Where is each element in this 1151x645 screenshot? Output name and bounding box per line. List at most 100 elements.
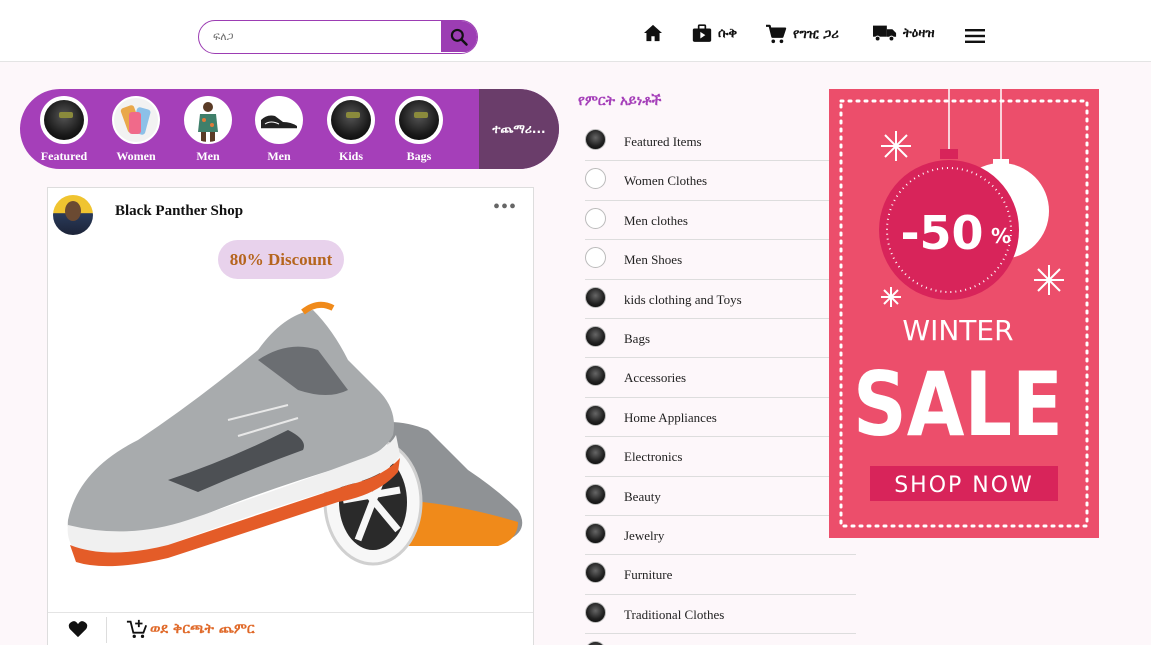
nav-cart[interactable]: የግዢ ጋሪ <box>765 24 839 44</box>
category-icon <box>585 207 606 229</box>
category-icon <box>585 562 606 584</box>
category-icon <box>585 247 606 269</box>
top-header: ሱቅ የግዢ ጋሪ ትዕዛዝ <box>0 0 1151 62</box>
shop-icon <box>692 24 712 42</box>
story-label: Bags <box>406 149 432 163</box>
category-item[interactable]: Traditional Clothes <box>585 595 856 635</box>
category-icon <box>585 601 606 623</box>
category-item[interactable]: Home Appliances <box>585 398 856 438</box>
category-icon <box>585 129 606 150</box>
winter-sale-ad[interactable]: -50 % WINTER SALE SHOP NOW <box>829 89 1099 538</box>
story-label: Women <box>116 149 156 163</box>
story-label: Men <box>196 149 220 163</box>
category-icon <box>585 522 606 544</box>
shop-name[interactable]: Black Panther Shop <box>115 203 243 220</box>
ad-line-sale: SALE <box>853 353 1063 456</box>
story-label: Men <box>267 149 291 163</box>
nav-shop-label: ሱቅ <box>718 26 738 41</box>
category-icon <box>585 365 606 387</box>
truck-icon <box>873 25 897 42</box>
menu-icon <box>965 29 985 43</box>
story-thumbnail <box>255 96 303 144</box>
category-icon <box>585 404 606 426</box>
category-label: Home Appliances <box>624 409 717 425</box>
story-label: Featured <box>40 149 88 163</box>
category-story-strip: Featured Women Men Men Kids Bags ተጨማሪ... <box>20 89 559 169</box>
category-item[interactable]: Men clothes <box>585 201 856 241</box>
category-item[interactable]: kids clothing and Toys <box>585 280 856 319</box>
category-label: Beauty <box>624 488 661 504</box>
category-label: Featured Items <box>624 134 702 149</box>
story-women[interactable]: Women <box>106 96 166 164</box>
story-men[interactable]: Men <box>178 96 238 164</box>
category-label: Furniture <box>624 567 673 583</box>
cart-icon <box>766 24 787 44</box>
category-item[interactable]: Beauty <box>585 477 856 516</box>
category-item[interactable]: Men Shoes <box>585 240 856 280</box>
category-label: Men clothes <box>624 212 688 228</box>
ad-percent: % <box>991 224 1011 248</box>
divider <box>106 617 107 643</box>
category-item[interactable] <box>585 634 856 645</box>
category-item[interactable]: Electronics <box>585 437 856 477</box>
category-item[interactable]: Furniture <box>585 555 856 595</box>
product-image[interactable] <box>48 240 533 612</box>
category-label: kids clothing and Toys <box>624 291 742 307</box>
category-icon <box>585 168 606 190</box>
category-label: Women Clothes <box>624 173 708 189</box>
ad-shop-now[interactable]: SHOP NOW <box>894 473 1034 498</box>
category-label: Bags <box>624 330 650 346</box>
nav-menu[interactable] <box>965 29 985 43</box>
category-label: Traditional Clothes <box>624 606 725 622</box>
category-icon <box>585 325 606 347</box>
story-label: Kids <box>338 149 363 163</box>
search-button[interactable] <box>441 21 477 52</box>
category-item[interactable]: Bags <box>585 319 856 359</box>
add-to-cart-label: ወደ ቅርጫት ጨምር <box>150 621 255 637</box>
heart-icon <box>68 621 88 638</box>
ad-discount: -50 <box>900 206 983 260</box>
category-label: Electronics <box>624 449 683 465</box>
category-icon <box>585 483 606 505</box>
nav-shop[interactable]: ሱቅ <box>692 24 737 43</box>
post-actions: ወደ ቅርጫት ጨምር <box>48 612 533 645</box>
more-options-icon[interactable]: ••• <box>493 196 517 219</box>
story-thumbnail <box>184 96 232 144</box>
product-post-card: Black Panther Shop ••• 80% Discount ወደ ቅ… <box>47 187 534 645</box>
category-icon <box>585 444 606 466</box>
story-thumbnail <box>40 96 88 144</box>
category-label: Men Shoes <box>624 252 683 268</box>
search-input[interactable] <box>199 21 442 52</box>
story-thumbnail <box>327 96 375 144</box>
ad-line-winter: WINTER <box>902 314 1013 347</box>
category-label: Jewelry <box>624 527 665 543</box>
category-item[interactable]: Jewelry <box>585 516 856 556</box>
story-men-shoes[interactable]: Men <box>249 96 309 164</box>
categories-title: የምርት አይነቶች <box>578 93 662 109</box>
story-thumbnail <box>112 96 160 144</box>
category-list: Featured Items Women Clothes Men clothes… <box>585 122 856 645</box>
category-icon <box>585 286 606 308</box>
story-kids[interactable]: Kids <box>321 96 381 164</box>
category-item[interactable]: Women Clothes <box>585 161 856 201</box>
add-to-cart-button[interactable]: ወደ ቅርጫት ጨምር <box>126 618 255 640</box>
more-categories-button[interactable]: ተጨማሪ... <box>479 89 559 169</box>
discount-badge: 80% Discount <box>218 240 344 279</box>
shop-avatar[interactable] <box>53 195 93 235</box>
nav-orders[interactable]: ትዕዛዝ <box>873 24 935 42</box>
story-thumbnail <box>395 96 443 144</box>
add-cart-icon <box>126 619 148 638</box>
like-button[interactable] <box>68 620 88 643</box>
category-item[interactable]: Accessories <box>585 358 856 398</box>
nav-orders-label: ትዕዛዝ <box>903 25 935 41</box>
home-icon <box>644 24 662 42</box>
nav-home[interactable] <box>643 24 663 42</box>
story-bags[interactable]: Bags <box>389 96 449 164</box>
category-icon <box>585 641 606 645</box>
search-bar <box>198 20 478 54</box>
category-label: Accessories <box>624 370 687 386</box>
category-item[interactable]: Featured Items <box>585 122 856 162</box>
nav-cart-label: የግዢ ጋሪ <box>793 26 839 42</box>
story-featured[interactable]: Featured <box>34 96 94 164</box>
search-icon <box>450 28 468 46</box>
